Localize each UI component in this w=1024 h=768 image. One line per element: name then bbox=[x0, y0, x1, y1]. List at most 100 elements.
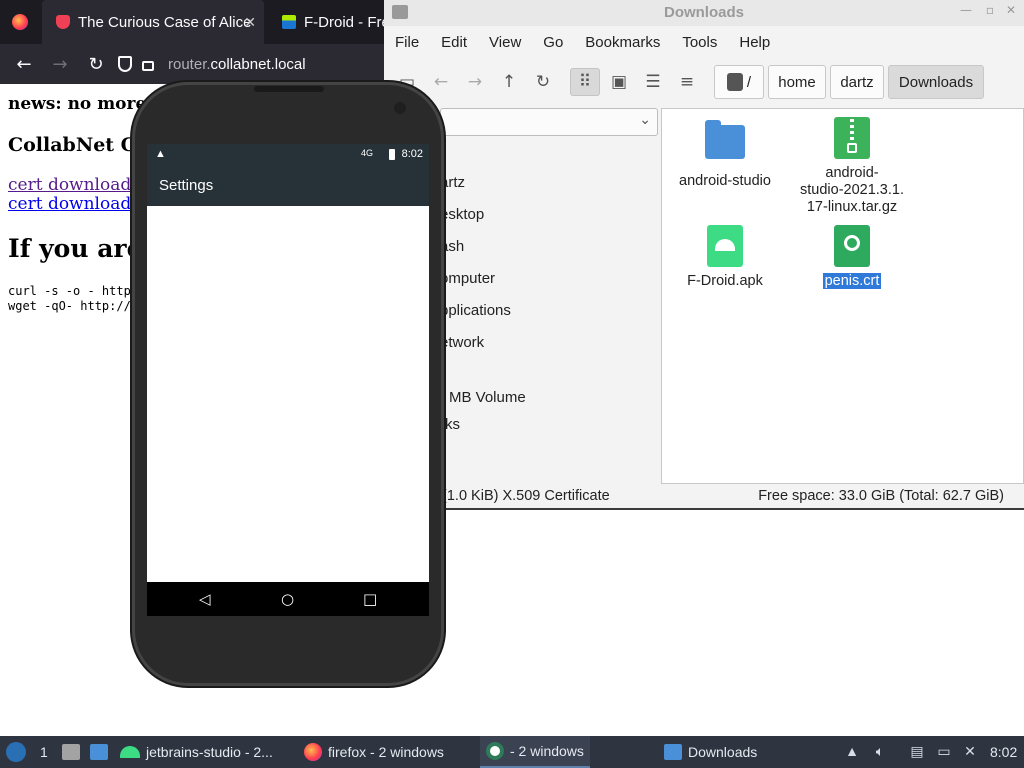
sidebar-item-applications[interactable]: pplications bbox=[440, 302, 511, 319]
compact-view-icon[interactable]: ☰ bbox=[638, 68, 668, 96]
signal-icon: 4G bbox=[360, 148, 373, 158]
forward-icon[interactable]: → bbox=[460, 68, 490, 96]
file-item-certificate[interactable]: penis.crt bbox=[787, 225, 917, 290]
task-label: jetbrains-studio - 2... bbox=[146, 744, 273, 760]
command-line: curl -s -o - http bbox=[8, 284, 131, 298]
taskbar: 1 jetbrains-studio - 2... firefox - 2 wi… bbox=[0, 736, 1024, 768]
reload-icon[interactable]: ↻ bbox=[84, 52, 108, 76]
url-host: collabnet.local bbox=[210, 55, 306, 73]
file-name: penis.crt bbox=[822, 273, 882, 289]
file-name-line: android- bbox=[825, 165, 879, 181]
back-icon[interactable]: ← bbox=[426, 68, 456, 96]
menu-help[interactable]: Help bbox=[728, 28, 781, 58]
nav-back-icon[interactable]: ◁ bbox=[199, 590, 211, 608]
folder-icon bbox=[90, 744, 108, 760]
task-firefox[interactable]: firefox - 2 windows bbox=[304, 736, 444, 768]
fdroid-icon bbox=[282, 15, 296, 29]
minimize-icon[interactable]: — bbox=[960, 3, 972, 17]
start-menu-icon bbox=[6, 742, 26, 762]
task-emulator[interactable]: - 2 windows bbox=[480, 736, 590, 768]
firefox-view-button[interactable] bbox=[0, 0, 40, 44]
file-item-apk[interactable]: F-Droid.apk bbox=[660, 225, 790, 290]
toolbar: ▭ ← → ↑ ↻ ⠿ ▣ ☰ ≡ / home dartz Downloads bbox=[384, 62, 1024, 104]
network-icon[interactable]: ▭ bbox=[935, 742, 953, 760]
clock[interactable]: 8:02 bbox=[990, 736, 1017, 768]
battery-icon bbox=[389, 149, 395, 160]
menu-edit[interactable]: Edit bbox=[430, 28, 478, 58]
breadcrumb-downloads[interactable]: Downloads bbox=[888, 65, 984, 99]
close-tab-icon[interactable]: ✕ bbox=[244, 14, 256, 31]
android-status-bar: ▲ 4G 8:02 bbox=[147, 144, 429, 166]
volume-icon[interactable]: 🔈︎ bbox=[871, 742, 889, 760]
forward-icon[interactable]: → bbox=[48, 52, 72, 76]
file-name-line: studio-2021.3.1. bbox=[800, 182, 904, 198]
thumbnail-view-icon[interactable]: ▣ bbox=[604, 68, 634, 96]
show-desktop-button[interactable] bbox=[62, 736, 80, 768]
task-label: firefox - 2 windows bbox=[328, 744, 444, 760]
lock-icon[interactable] bbox=[142, 61, 154, 71]
file-manager-launcher[interactable] bbox=[90, 736, 108, 768]
sidebar-item-volume[interactable]: MB Volume bbox=[449, 389, 526, 406]
nav-home-icon[interactable]: ○ bbox=[281, 590, 294, 608]
breadcrumb-home[interactable]: home bbox=[768, 65, 826, 99]
reload-icon[interactable]: ↻ bbox=[528, 68, 558, 96]
emulator-screen[interactable]: ▲ 4G 8:02 Settings ◁ ○ □ bbox=[147, 144, 429, 616]
breadcrumb-dartz[interactable]: dartz bbox=[830, 65, 884, 99]
clock-time: 8:02 bbox=[990, 744, 1018, 760]
sidebar-item-network[interactable]: etwork bbox=[440, 334, 484, 351]
menu-bookmarks[interactable]: Bookmarks bbox=[574, 28, 671, 58]
file-name: F-Droid.apk bbox=[687, 273, 763, 289]
breadcrumb-label: / bbox=[746, 73, 752, 91]
status-time: 8:02 bbox=[401, 148, 423, 160]
up-icon[interactable]: ↑ bbox=[494, 68, 524, 96]
drive-icon bbox=[726, 73, 743, 91]
menu-go[interactable]: Go bbox=[532, 28, 574, 58]
task-jetbrains[interactable]: jetbrains-studio - 2... bbox=[120, 736, 273, 768]
file-grid: android-studio android- studio-2021.3.1.… bbox=[661, 108, 1024, 484]
cert-download-link[interactable]: cert download ( bbox=[8, 175, 143, 195]
warning-icon: ▲ bbox=[155, 148, 166, 160]
breadcrumb-root[interactable]: / bbox=[714, 65, 764, 99]
tab-label: The Curious Case of Alice bbox=[78, 13, 252, 31]
pocket-icon bbox=[56, 15, 70, 29]
task-downloads[interactable]: Downloads bbox=[664, 736, 757, 768]
file-name: android-studio bbox=[679, 173, 771, 189]
menu-file[interactable]: File bbox=[384, 28, 430, 58]
menu-view[interactable]: View bbox=[478, 28, 532, 58]
file-item-folder[interactable]: android-studio bbox=[660, 119, 790, 190]
side-pane-mode-select[interactable]: ⌄ bbox=[440, 108, 658, 136]
updates-icon[interactable]: ▲ bbox=[843, 742, 861, 760]
emulator-icon bbox=[486, 742, 504, 760]
clipboard-icon[interactable]: ▤ bbox=[908, 742, 926, 760]
tab-alice[interactable]: The Curious Case of Alice ✕ bbox=[42, 0, 264, 44]
android-emulator: ▲ 4G 8:02 Settings ◁ ○ □ bbox=[132, 82, 444, 686]
workspace-switcher[interactable]: 1 bbox=[40, 736, 48, 768]
file-manager-window: Downloads — ▫ ✕ File Edit View Go Bookma… bbox=[384, 0, 1024, 510]
icon-view-icon[interactable]: ⠿ bbox=[570, 68, 600, 96]
menu-tools[interactable]: Tools bbox=[671, 28, 728, 58]
sidebar-item-desktop[interactable]: esktop bbox=[440, 206, 484, 223]
back-icon[interactable]: ← bbox=[12, 52, 36, 76]
free-space-info: Free space: 33.0 GiB (Total: 62.7 GiB) bbox=[758, 488, 1004, 504]
detailed-view-icon[interactable]: ≡ bbox=[672, 68, 702, 96]
notifications-icon[interactable]: ✕ bbox=[961, 742, 979, 760]
cert-download-link[interactable]: cert download ( bbox=[8, 194, 143, 214]
file-item-archive[interactable]: android- studio-2021.3.1. 17-linux.tar.g… bbox=[787, 117, 917, 216]
start-menu-button[interactable] bbox=[6, 736, 26, 768]
sidebar-item-computer[interactable]: omputer bbox=[440, 270, 495, 287]
nav-recents-icon[interactable]: □ bbox=[363, 590, 377, 608]
archive-icon bbox=[834, 117, 870, 159]
certificate-icon bbox=[834, 225, 870, 267]
close-icon[interactable]: ✕ bbox=[1006, 3, 1016, 17]
shield-icon[interactable] bbox=[118, 56, 132, 72]
status-bar: rt" (1.0 KiB) X.509 Certificate Free spa… bbox=[384, 486, 1024, 508]
android-icon bbox=[120, 746, 140, 758]
desktop: The Curious Case of Alice ✕ F-Droid - Fr… bbox=[0, 0, 1024, 768]
title-bar[interactable]: Downloads — ▫ ✕ bbox=[384, 0, 1024, 26]
firefox-icon bbox=[304, 743, 322, 761]
folder-icon bbox=[664, 744, 682, 760]
maximize-icon[interactable]: ▫ bbox=[986, 3, 994, 17]
speaker-grille bbox=[254, 86, 324, 92]
firefox-logo-icon bbox=[12, 14, 28, 30]
app-bar: Settings bbox=[147, 166, 429, 206]
